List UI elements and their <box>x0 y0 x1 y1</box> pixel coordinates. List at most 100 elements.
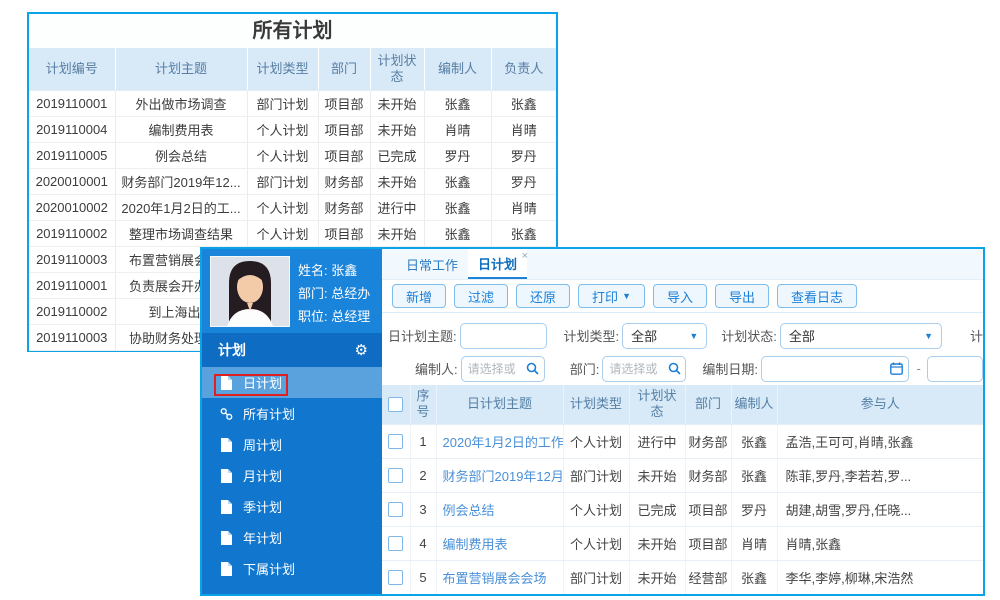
date-to-input[interactable] <box>927 356 982 381</box>
subject-link[interactable]: 例会总结 <box>443 503 495 518</box>
creator-search-field[interactable] <box>460 355 545 382</box>
type-cell: 个人计划 <box>562 492 629 527</box>
document-icon <box>221 468 232 483</box>
creator-cell: 肖晴 <box>730 526 777 561</box>
sidebar-item-quarter-plan[interactable]: 季计划 <box>202 491 382 522</box>
search-icon[interactable] <box>522 362 544 375</box>
close-icon[interactable]: × <box>522 250 528 262</box>
day-plan-table: 序号 日计划主题 计划类型 计划状态 部门 编制人 参与人 1 2020年1月2… <box>382 385 983 594</box>
cell: 2019110002 <box>29 298 115 325</box>
name-label: 姓名: <box>298 263 332 278</box>
cell: 罗丹 <box>490 142 556 169</box>
cell: 2019110003 <box>29 246 115 273</box>
table-row[interactable]: 3 例会总结 个人计划 已完成 项目部 罗丹 胡建,胡雪,罗丹,任晓... <box>382 492 983 527</box>
type-select-value: 全部 <box>631 329 658 344</box>
table-row[interactable]: 2019110005 例会总结 个人计划 项目部 已完成 罗丹 罗丹 <box>29 142 556 169</box>
cell: 整理市场调查结果 <box>114 220 247 247</box>
row-checkbox[interactable] <box>388 569 404 585</box>
status-select[interactable]: 全部 ▼ <box>779 322 942 349</box>
add-button[interactable]: 新增 <box>392 284 447 308</box>
cell: 外出做市场调查 <box>114 90 247 117</box>
print-button[interactable]: 打印 ▼ <box>578 284 645 308</box>
tab-daily-work[interactable]: 日常工作 <box>396 249 468 279</box>
export-button[interactable]: 导出 <box>715 284 770 308</box>
table-row[interactable]: 1 2020年1月2日的工作日... 个人计划 进行中 财务部 张鑫 孟浩,王可… <box>382 424 983 459</box>
table-row[interactable]: 2019110002 整理市场调查结果 个人计划 项目部 未开始 张鑫 张鑫 <box>29 220 556 247</box>
date-range-separator: - <box>916 361 921 376</box>
sidebar-item-all-plans[interactable]: 所有计划 <box>202 398 382 429</box>
cell: 个人计划 <box>246 220 318 247</box>
participants-cell: 肖晴,张鑫 <box>776 526 983 561</box>
type-select[interactable]: 全部 ▼ <box>622 322 708 349</box>
cell: 项目部 <box>317 220 370 247</box>
seq-cell: 5 <box>409 560 436 594</box>
date-from-field[interactable] <box>761 355 909 382</box>
select-all-header <box>382 385 410 425</box>
row-checkbox[interactable] <box>388 501 404 517</box>
subject-link[interactable]: 布置营销展会会场 <box>443 571 547 586</box>
dept-search-field[interactable] <box>602 355 687 382</box>
col-type: 计划类型 <box>246 48 318 91</box>
tab-day-plan[interactable]: 日计划 × <box>468 249 528 279</box>
table-row[interactable]: 5 布置营销展会会场 部门计划 未开始 经营部 张鑫 李华,李婷,柳琳,宋浩然 <box>382 560 983 594</box>
table-row[interactable]: 2020010001 财务部门2019年12... 部门计划 财务部 未开始 张鑫 罗丹 <box>29 168 556 195</box>
subject-cell: 2020年1月2日的工作日... <box>435 424 564 459</box>
table-row[interactable]: 4 编制费用表 个人计划 未开始 项目部 肖晴 肖晴,张鑫 <box>382 526 983 561</box>
cell: 项目部 <box>317 90 370 117</box>
date-to-field[interactable] <box>926 355 983 382</box>
table-row[interactable]: 2019110004 编制费用表 个人计划 项目部 未开始 肖晴 肖晴 <box>29 116 556 143</box>
row-checkbox[interactable] <box>388 467 404 483</box>
calendar-icon[interactable] <box>886 362 908 375</box>
tab-bar: 日常工作 日计划 × <box>382 249 983 280</box>
filter-row-1: 日计划主题: 计划类型: 全部 ▼ 计划状态: 全部 ▼ 计 <box>382 319 983 352</box>
section-label: 计划 <box>218 342 246 358</box>
filter-button[interactable]: 过滤 <box>454 284 509 308</box>
profile-info: 姓名: 张鑫 部门: 总经办 职位: 总经理 <box>298 259 370 328</box>
cell: 例会总结 <box>114 142 247 169</box>
gear-icon[interactable]: ⚙ <box>355 341 368 359</box>
creator-search-input[interactable] <box>461 356 522 381</box>
sidebar-item-year-plan[interactable]: 年计划 <box>202 522 382 553</box>
sidebar-item-day-plan[interactable]: 日计划 <box>202 367 382 398</box>
select-all-checkbox[interactable] <box>388 396 404 412</box>
sidebar-item-month-plan[interactable]: 月计划 <box>202 460 382 491</box>
cell: 2020年1月2日的工... <box>114 194 247 221</box>
type-cell: 部门计划 <box>562 560 629 594</box>
sidebar-item-week-plan[interactable]: 周计划 <box>202 429 382 460</box>
reset-button[interactable]: 还原 <box>516 284 571 308</box>
checkbox-cell <box>382 526 410 561</box>
avatar-illustration <box>211 257 289 326</box>
row-checkbox[interactable] <box>388 433 404 449</box>
table-row[interactable]: 2 财务部门2019年12月的... 部门计划 未开始 财务部 张鑫 陈菲,罗丹… <box>382 458 983 493</box>
sidebar-item-subordinate-plan[interactable]: 下属计划 <box>202 553 382 584</box>
filter-panel: 日计划主题: 计划类型: 全部 ▼ 计划状态: 全部 ▼ 计 编制人: 请选择或… <box>382 313 983 385</box>
cell: 罗丹 <box>423 142 491 169</box>
dept-search-input[interactable] <box>603 356 664 381</box>
row-checkbox[interactable] <box>388 535 404 551</box>
dept-filter-label: 部门: <box>569 362 600 377</box>
table-header-row: 序号 日计划主题 计划类型 计划状态 部门 编制人 参与人 <box>382 385 983 425</box>
search-icon[interactable] <box>663 362 685 375</box>
cell: 未开始 <box>369 116 424 143</box>
import-button[interactable]: 导入 <box>652 284 707 308</box>
chevron-down-icon: ▼ <box>622 291 631 301</box>
checkbox-cell <box>382 560 410 594</box>
profile-panel: 姓名: 张鑫 部门: 总经办 职位: 总经理 <box>202 249 382 333</box>
cell: 财务部门2019年12... <box>114 168 247 195</box>
view-log-button[interactable]: 查看日志 <box>777 284 858 308</box>
table-row[interactable]: 2019110001 外出做市场调查 部门计划 项目部 未开始 张鑫 张鑫 <box>29 90 556 117</box>
subject-link[interactable]: 编制费用表 <box>443 537 508 552</box>
subject-link[interactable]: 2020年1月2日的工作日... <box>443 435 564 450</box>
link-icon <box>220 407 233 420</box>
subject-filter-input[interactable] <box>460 323 546 348</box>
cell: 个人计划 <box>246 142 318 169</box>
profile-title-line: 职位: 总经理 <box>298 305 370 328</box>
cell: 张鑫 <box>423 194 491 221</box>
table-row[interactable]: 2020010002 2020年1月2日的工... 个人计划 财务部 进行中 张鑫 肖晴 <box>29 194 556 221</box>
col-creator: 编制人 <box>423 48 491 91</box>
subject-link[interactable]: 财务部门2019年12月的... <box>443 469 564 484</box>
cell: 2019110004 <box>29 116 115 143</box>
sidebar: 姓名: 张鑫 部门: 总经办 职位: 总经理 计划 ⚙ 日计划 所有计划 周计划… <box>202 249 382 594</box>
sidebar-item-label: 年计划 <box>243 531 283 546</box>
date-from-input[interactable] <box>762 356 886 381</box>
